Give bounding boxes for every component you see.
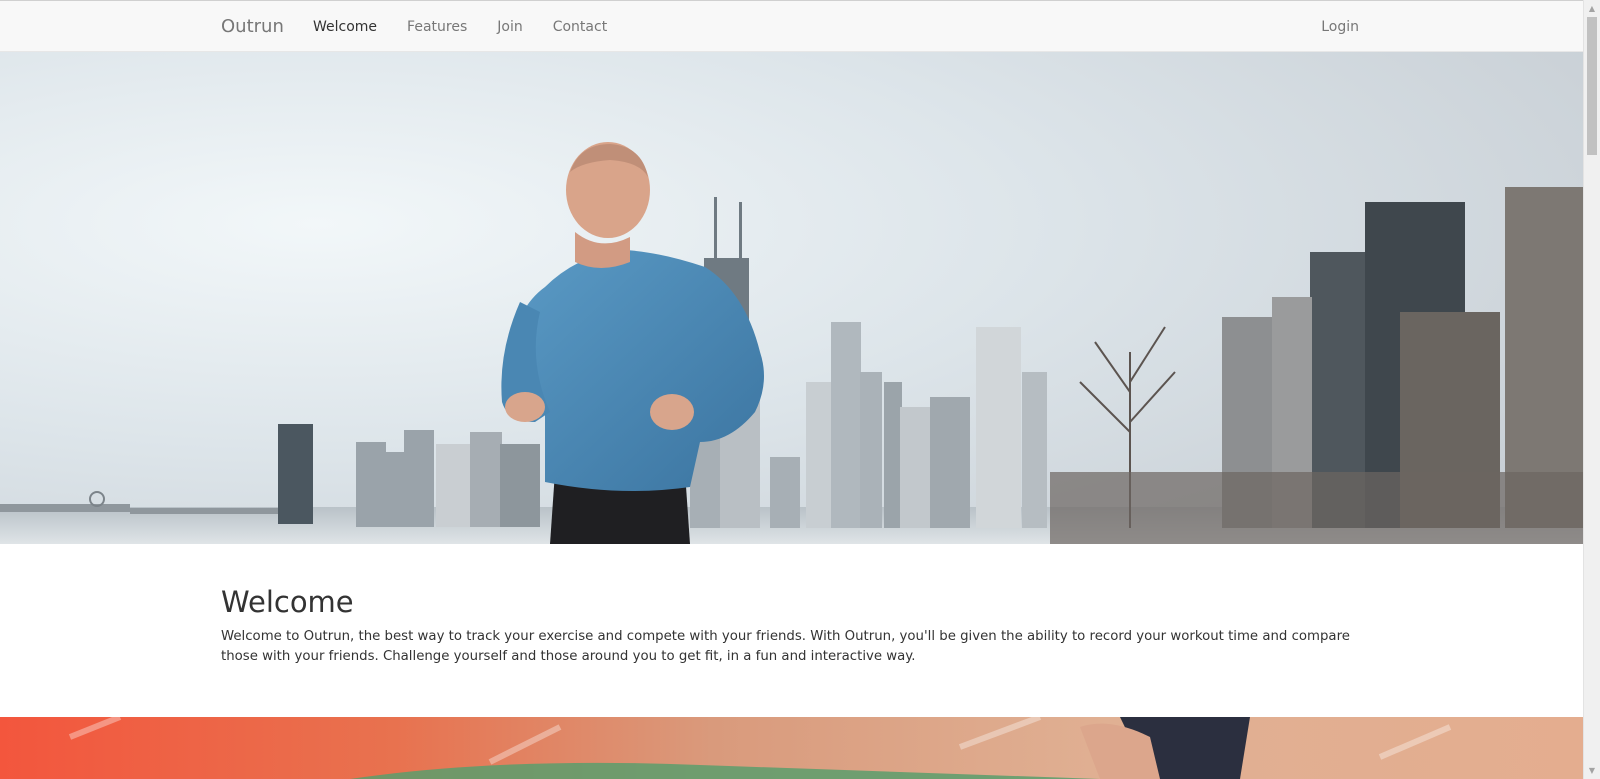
top-navbar: Outrun Welcome Features Join Contact Log… <box>0 0 1583 52</box>
scroll-thumb[interactable] <box>1587 17 1597 155</box>
hero-image <box>0 52 1583 544</box>
welcome-section: Welcome Welcome to Outrun, the best way … <box>221 580 1366 667</box>
main-nav: Welcome Features Join Contact <box>298 1 622 53</box>
nav-item-join[interactable]: Join <box>482 1 537 53</box>
scroll-up-arrow-icon[interactable]: ▲ <box>1584 0 1600 17</box>
watch-closeup-illustration <box>0 717 1583 779</box>
features-banner-image <box>0 717 1583 779</box>
welcome-body-text: Welcome to Outrun, the best way to track… <box>221 629 1350 664</box>
nav-item-welcome[interactable]: Welcome <box>298 1 392 53</box>
page-viewport: Outrun Welcome Features Join Contact Log… <box>0 0 1583 779</box>
page-scrollbar[interactable]: ▲ ▼ <box>1583 0 1600 779</box>
nav-item-features[interactable]: Features <box>392 1 482 53</box>
login-link[interactable]: Login <box>1321 1 1359 53</box>
welcome-heading: Welcome <box>221 585 354 619</box>
brand-link[interactable]: Outrun <box>221 16 284 37</box>
nav-item-contact[interactable]: Contact <box>538 1 622 53</box>
scroll-down-arrow-icon[interactable]: ▼ <box>1584 762 1600 779</box>
hero-runner-skyline-illustration <box>0 52 1583 544</box>
